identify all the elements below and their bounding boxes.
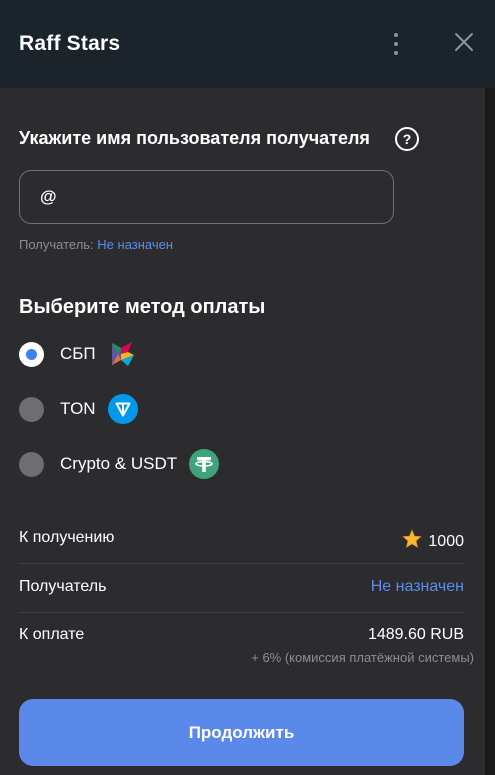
radio-sbp[interactable] bbox=[19, 341, 44, 367]
divider bbox=[19, 563, 464, 564]
receive-label: К получению bbox=[19, 529, 115, 546]
recipient-label: Получатель: bbox=[19, 237, 94, 252]
summary-recipient-value: Не назначен bbox=[370, 578, 464, 595]
username-section-title: Укажите имя пользователя получателя bbox=[19, 128, 370, 148]
star-icon bbox=[402, 529, 423, 548]
ton-logo-icon bbox=[107, 394, 138, 424]
recipient-status: Получатель: Не назначен bbox=[19, 237, 173, 252]
payment-option-label: СБП bbox=[60, 344, 96, 363]
payment-option-crypto[interactable]: Crypto & USDT bbox=[19, 449, 220, 479]
receive-row: К получению 1000 bbox=[19, 529, 464, 550]
payment-section-title: Выберите метод оплаты bbox=[19, 296, 266, 318]
payment-option-label: Crypto & USDT bbox=[60, 454, 178, 473]
sbp-logo-icon bbox=[111, 342, 134, 366]
summary-recipient-row: Получатель Не назначен bbox=[19, 578, 464, 596]
receive-value: 1000 bbox=[428, 533, 464, 550]
question-icon[interactable]: ? bbox=[395, 127, 419, 151]
recipient-value: Не назначен bbox=[97, 237, 174, 252]
payment-option-ton[interactable]: TON bbox=[19, 394, 138, 424]
pay-label: К оплате bbox=[19, 626, 85, 643]
username-input[interactable] bbox=[60, 188, 361, 206]
radio-crypto[interactable] bbox=[19, 451, 44, 477]
tether-logo-icon bbox=[189, 449, 220, 479]
radio-ton[interactable] bbox=[19, 396, 44, 422]
app-title: Raff Stars bbox=[19, 32, 121, 55]
scrollbar[interactable] bbox=[485, 88, 495, 775]
pay-row: К оплате 1489.60 RUB bbox=[19, 626, 464, 644]
kebab-menu-icon[interactable] bbox=[386, 30, 406, 58]
pay-value: 1489.60 RUB bbox=[367, 626, 464, 643]
close-icon[interactable] bbox=[452, 30, 476, 54]
fee-note: + 6% (комиссия платёжной системы) bbox=[251, 650, 474, 665]
payment-option-sbp[interactable]: СБП bbox=[19, 340, 138, 368]
summary-recipient-label: Получатель bbox=[19, 578, 107, 595]
at-prefix: @ bbox=[40, 187, 57, 206]
continue-button[interactable]: Продолжить bbox=[19, 699, 464, 766]
divider bbox=[19, 612, 464, 613]
username-input-field[interactable]: @ bbox=[19, 170, 394, 224]
receive-value-wrap: 1000 bbox=[402, 529, 464, 551]
app-header: Raff Stars bbox=[0, 0, 495, 88]
payment-option-label: TON bbox=[60, 399, 96, 418]
